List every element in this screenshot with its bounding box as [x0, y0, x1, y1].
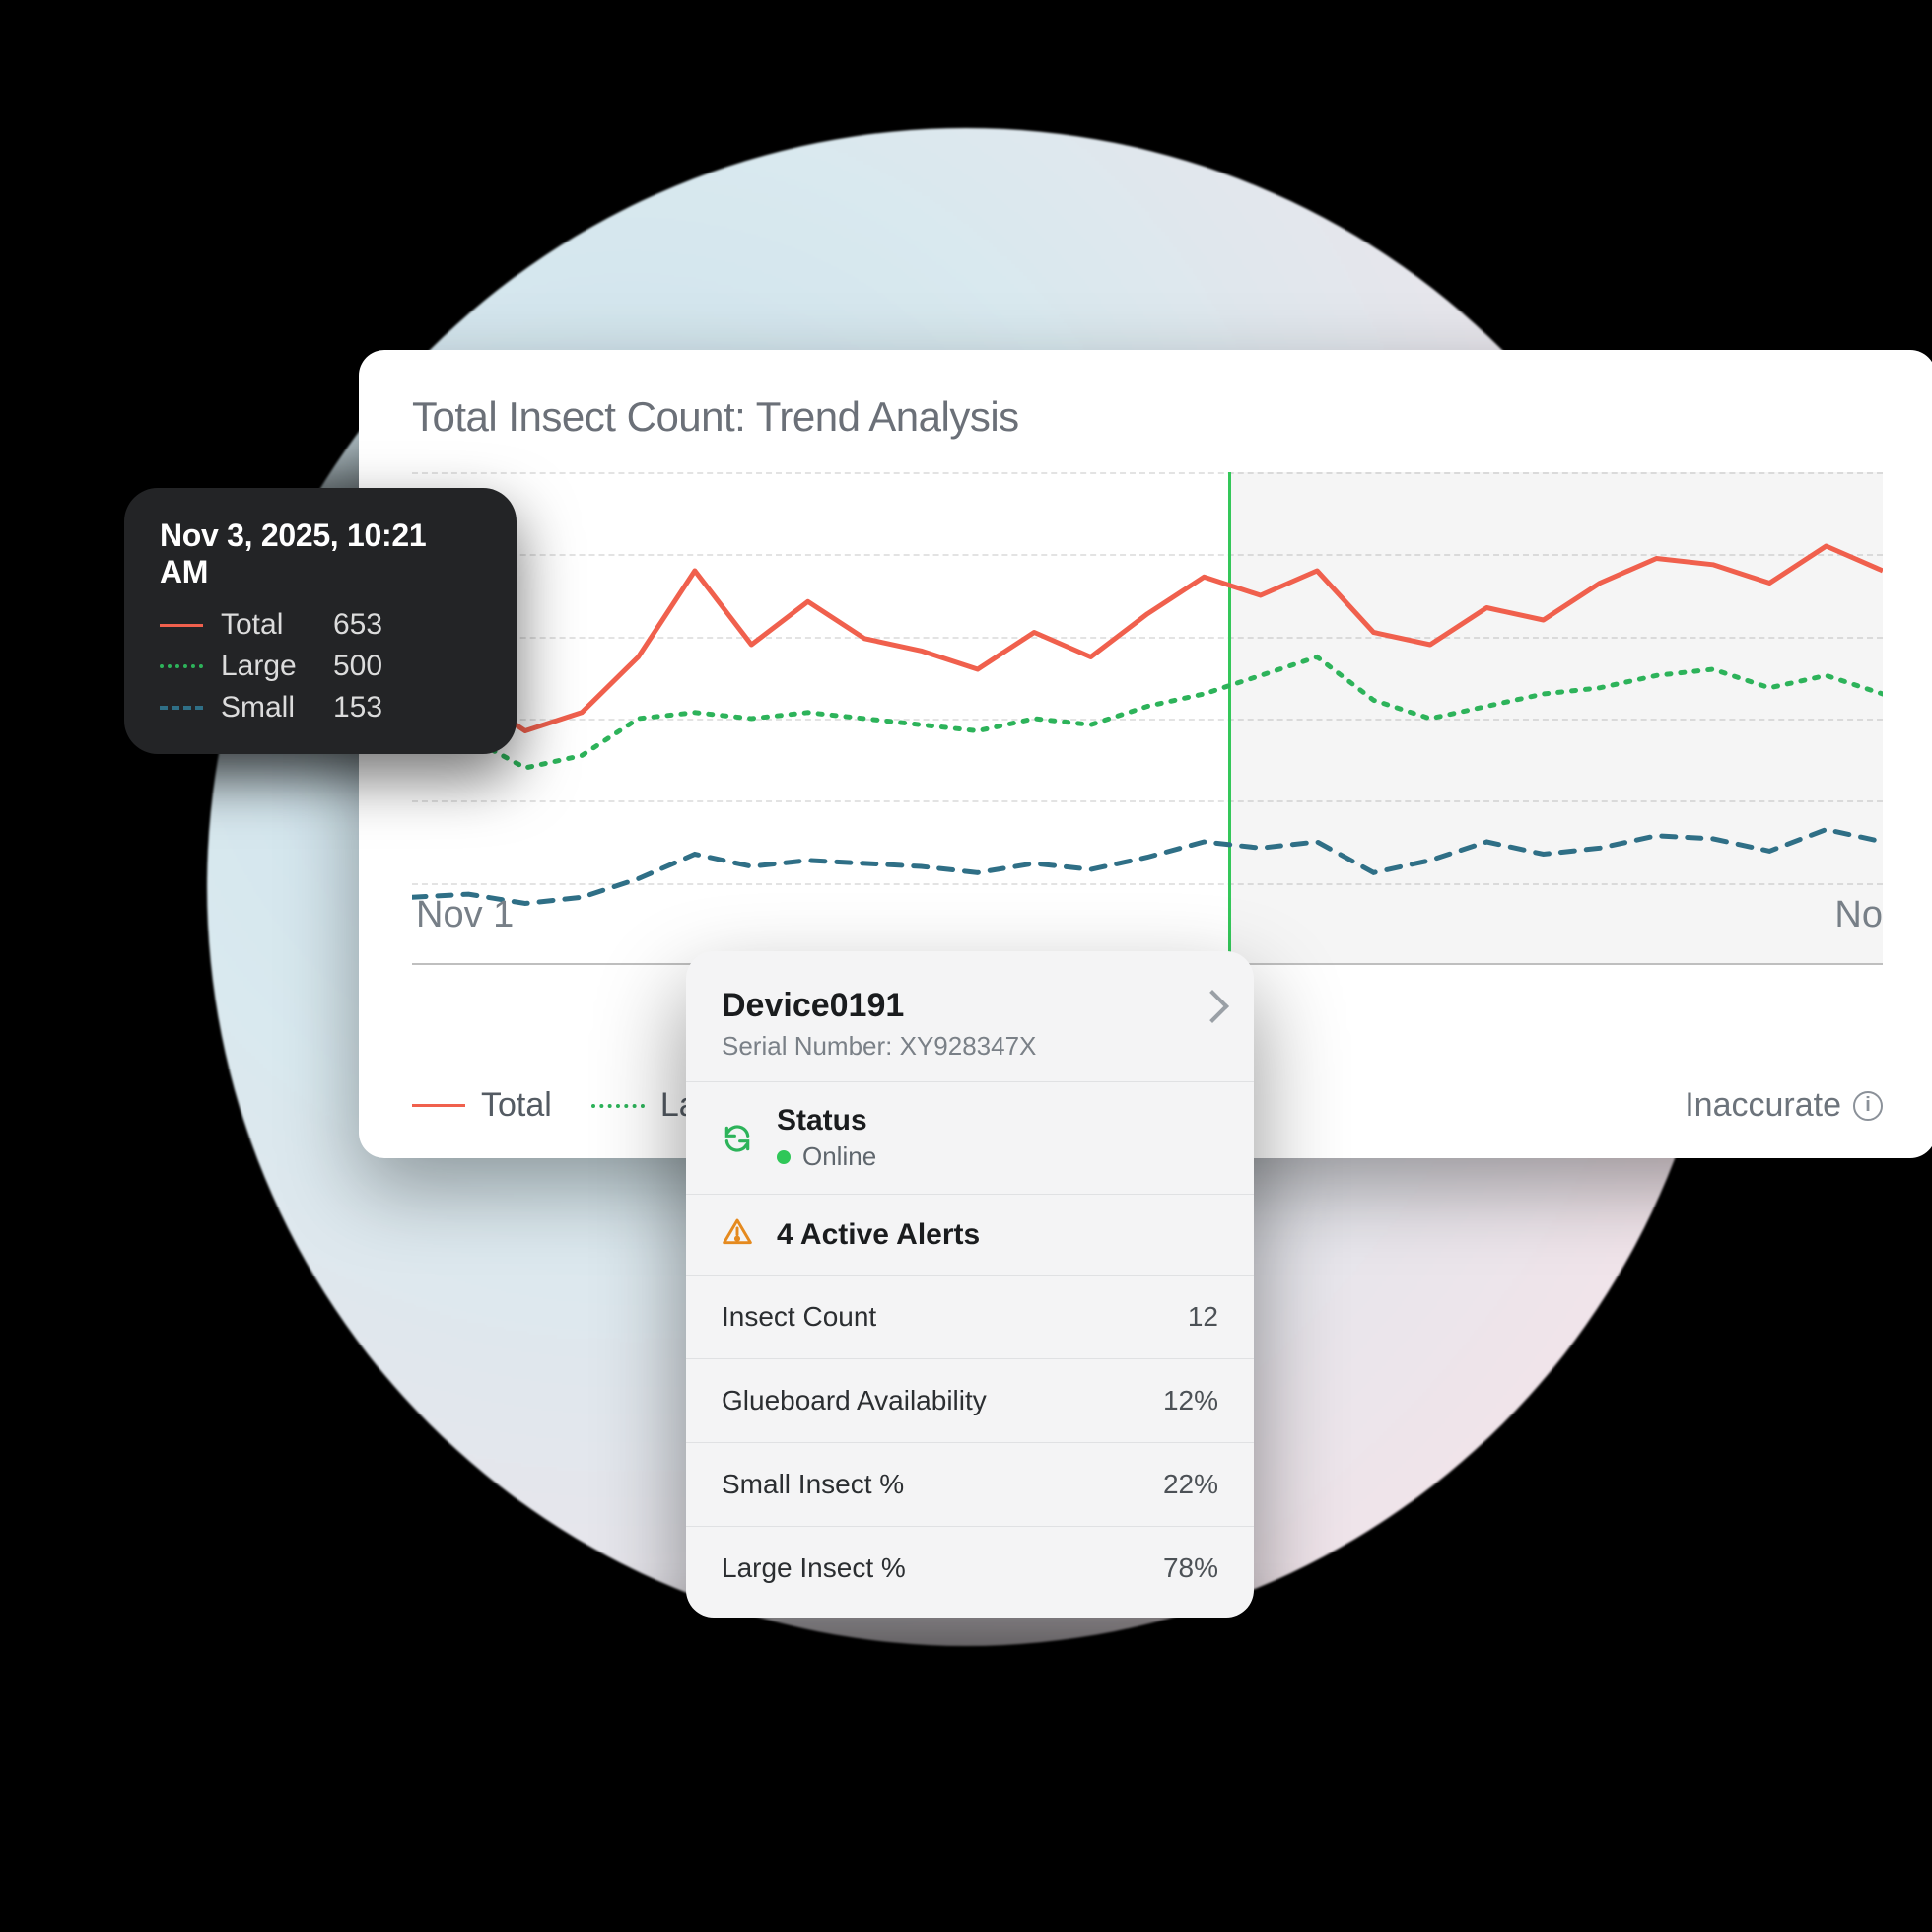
device-header[interactable]: Device0191 Serial Number: XY928347X — [686, 951, 1254, 1081]
alerts-count: 4 Active Alerts — [777, 1218, 980, 1252]
tooltip-label: Large — [221, 650, 315, 683]
chart-x-ticks: Nov 1 No — [412, 894, 1883, 936]
metric-row-small-pct: Small Insect % 22% — [686, 1442, 1254, 1526]
chart-lines-svg — [412, 472, 1883, 965]
metric-value: 78% — [1163, 1552, 1218, 1584]
tooltip-label: Small — [221, 691, 315, 724]
x-tick: No — [1834, 894, 1883, 936]
tooltip-label: Total — [221, 608, 315, 642]
device-detail-card[interactable]: Device0191 Serial Number: XY928347X Stat… — [686, 951, 1254, 1618]
legend-swatch-small — [160, 706, 203, 710]
chart-plot-area[interactable] — [412, 472, 1883, 965]
metric-label: Small Insect % — [722, 1469, 904, 1500]
metric-value: 12 — [1188, 1301, 1218, 1333]
legend-swatch-total — [160, 624, 203, 627]
device-status-row: Status Online — [686, 1081, 1254, 1194]
metric-row-glueboard: Glueboard Availability 12% — [686, 1358, 1254, 1442]
metric-row-large-pct: Large Insect % 78% — [686, 1526, 1254, 1610]
legend-item-total[interactable]: Total — [412, 1086, 552, 1125]
legend-inaccurate[interactable]: Inaccurate i — [1685, 1086, 1883, 1125]
metric-value: 12% — [1163, 1385, 1218, 1416]
status-dot-icon — [777, 1150, 791, 1164]
metric-row-insect-count: Insect Count 12 — [686, 1275, 1254, 1358]
tooltip-row-large: Large 500 — [160, 650, 481, 683]
tooltip-row-total: Total 653 — [160, 608, 481, 642]
metric-label: Glueboard Availability — [722, 1385, 987, 1416]
legend-swatch-large — [591, 1104, 645, 1108]
chart-title: Total Insect Count: Trend Analysis — [359, 350, 1932, 452]
status-heading: Status — [777, 1104, 876, 1138]
tooltip-date: Nov 3, 2025, 10:21 AM — [160, 518, 481, 590]
status-value: Online — [802, 1141, 876, 1172]
device-serial: Serial Number: XY928347X — [722, 1031, 1218, 1062]
tooltip-row-small: Small 153 — [160, 691, 481, 724]
legend-label: Total — [481, 1086, 552, 1125]
legend-swatch-total — [412, 1104, 465, 1107]
metric-label: Insect Count — [722, 1301, 876, 1333]
legend-swatch-large — [160, 664, 203, 668]
chart-tooltip: Nov 3, 2025, 10:21 AM Total 653 Large 50… — [124, 488, 517, 754]
metric-label: Large Insect % — [722, 1552, 906, 1584]
info-icon[interactable]: i — [1853, 1091, 1883, 1121]
device-name: Device0191 — [722, 987, 1218, 1025]
metric-value: 22% — [1163, 1469, 1218, 1500]
sync-icon — [722, 1123, 753, 1154]
tooltip-value: 653 — [333, 608, 382, 642]
device-alerts-row[interactable]: 4 Active Alerts — [686, 1194, 1254, 1275]
decorative-shadow — [532, 1626, 1419, 1794]
x-tick: Nov 1 — [416, 894, 514, 936]
tooltip-value: 500 — [333, 650, 382, 683]
tooltip-value: 153 — [333, 691, 382, 724]
legend-label: Inaccurate — [1685, 1086, 1841, 1125]
warning-triangle-icon — [722, 1216, 753, 1253]
